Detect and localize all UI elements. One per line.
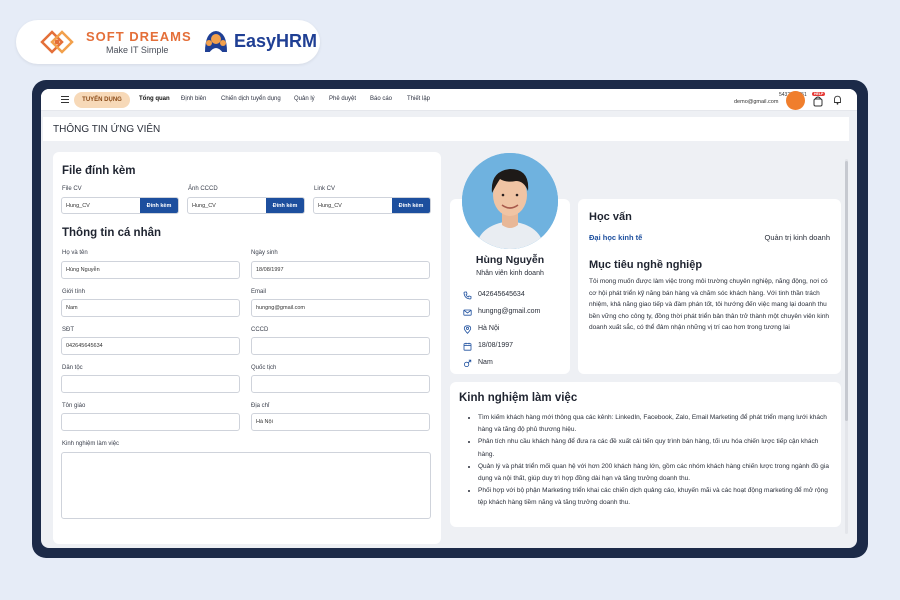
education-title: Học vấn: [589, 211, 632, 223]
nav-item-management[interactable]: Quản lý: [294, 96, 315, 102]
id-card-image-label: Ảnh CCCD: [188, 186, 218, 192]
experience-item: Phối hợp với bộ phận Marketing triển kha…: [478, 485, 832, 509]
profile-photo: [462, 153, 558, 249]
nav-item-overview[interactable]: Tổng quan: [139, 96, 170, 102]
profile-email: hungng@gmail.com: [478, 308, 541, 315]
career-objective-text: Tôi mong muốn được làm việc trong môi tr…: [589, 278, 830, 332]
file-cv-label: File CV: [62, 186, 82, 192]
softdreams-tagline: Make IT Simple: [106, 45, 169, 55]
education-card: Học vấn Đại học kinh tế Quản trị kinh do…: [578, 199, 841, 374]
profile-phone: 042645645634: [478, 291, 525, 298]
user-avatar[interactable]: [786, 91, 805, 110]
dob-label: Ngày sinh: [251, 250, 278, 256]
person-avatar-icon: [462, 153, 558, 249]
experience-title: Kinh nghiệm làm việc: [459, 392, 578, 404]
ethnic-input[interactable]: [61, 375, 240, 393]
file-cv-value: Hung_CV: [66, 203, 90, 209]
easyhrm-name: EasyHRM: [234, 31, 318, 51]
location-pin-icon: [463, 325, 472, 334]
profile-name: Hùng Nguyễn: [475, 254, 545, 266]
calendar-icon: [463, 342, 472, 351]
bell-icon[interactable]: [833, 95, 842, 105]
nav-item-reports[interactable]: Báo cáo: [370, 96, 392, 102]
id-card-attach-button[interactable]: Đính kèm: [266, 198, 304, 213]
link-cv-label: Link CV: [314, 186, 336, 192]
profile-gender: Nam: [478, 359, 493, 366]
nav-recruitment-pill[interactable]: TUYỂN DỤNG: [74, 92, 130, 108]
full-name-input[interactable]: Hùng Nguyễn: [61, 261, 240, 279]
link-cv-field[interactable]: Hung_CV Đính kèm: [313, 197, 431, 214]
file-cv-field[interactable]: Hung_CV Đính kèm: [61, 197, 179, 214]
softdreams-logo-icon: [40, 30, 74, 54]
gender-icon: [463, 359, 472, 368]
full-name-label: Họ và tên: [62, 250, 88, 256]
nav-item-approval[interactable]: Phê duyệt: [329, 96, 356, 102]
cccd-label: CCCD: [251, 327, 269, 333]
nationality-label: Quốc tịch: [251, 365, 277, 371]
religion-input[interactable]: [61, 413, 240, 431]
easyhrm-logo-icon: [205, 31, 227, 53]
nationality-input[interactable]: [251, 375, 430, 393]
link-cv-value: Hung_CV: [318, 203, 342, 209]
university-name[interactable]: Đại học kinh tế: [589, 233, 642, 242]
major-name: Quản trị kinh doanh: [764, 233, 830, 242]
nav-item-campaigns[interactable]: Chiến dịch tuyển dụng: [221, 96, 281, 102]
experience-card: Kinh nghiệm làm việc Tìm kiếm khách hàng…: [450, 382, 841, 527]
help-badge: HELP: [812, 92, 826, 96]
candidate-form-card: File đính kèm File CV Hung_CV Đính kèm Ả…: [53, 152, 441, 544]
page-title: THÔNG TIN ỨNG VIÊN: [53, 124, 161, 135]
religion-label: Tôn giáo: [62, 403, 86, 409]
scrollbar-thumb[interactable]: [845, 161, 848, 421]
phone-input[interactable]: 042645645634: [61, 337, 240, 355]
address-input[interactable]: Hà Nội: [251, 413, 430, 431]
experience-label: Kinh nghiệm làm việc: [62, 441, 120, 447]
personal-info-title: Thông tin cá nhân: [62, 227, 162, 239]
app-screen: TUYỂN DỤNG Tổng quan Định biên Chiến dịc…: [41, 89, 857, 548]
email-label: Email: [251, 289, 267, 295]
experience-item: Quản lý và phát triển mối quan hệ với hơ…: [478, 461, 832, 485]
ethnic-label: Dân tộc: [62, 365, 83, 371]
attachments-title: File đính kèm: [62, 165, 136, 177]
gender-input[interactable]: Nam: [61, 299, 240, 317]
mail-icon: [463, 309, 472, 316]
profile-dob: 18/08/1997: [478, 342, 514, 349]
nav-item-staffing[interactable]: Định biên: [181, 96, 206, 102]
experience-item: Tìm kiếm khách hàng mới thông qua các kê…: [478, 412, 832, 436]
page-title-bar: THÔNG TIN ỨNG VIÊN: [43, 117, 849, 141]
phone-label: SĐT: [62, 327, 74, 333]
career-objective-title: Mục tiêu nghề nghiệp: [589, 259, 703, 271]
experience-list: Tìm kiếm khách hàng mới thông qua các kê…: [470, 412, 832, 510]
id-card-image-value: Hung_CV: [192, 203, 216, 209]
file-cv-attach-button[interactable]: Đính kèm: [140, 198, 178, 213]
id-card-image-field[interactable]: Hung_CV Đính kèm: [187, 197, 305, 214]
experience-item: Phân tích nhu cầu khách hàng để đưa ra c…: [478, 436, 832, 460]
branding-banner: SOFT DREAMS Make IT Simple EasyHRM: [16, 20, 320, 64]
gender-label: Giới tính: [62, 289, 85, 295]
link-cv-attach-button[interactable]: Đính kèm: [392, 198, 430, 213]
account-email: demo@gmail.com: [734, 99, 779, 105]
address-label: Địa chỉ: [251, 403, 270, 409]
profile-role: Nhân viên kinh doanh: [476, 270, 544, 277]
phone-icon: [463, 291, 472, 300]
dob-input[interactable]: 18/08/1997: [251, 261, 430, 279]
experience-textarea[interactable]: [61, 452, 431, 519]
nav-item-settings[interactable]: Thiết lập: [407, 96, 430, 102]
hamburger-menu-icon[interactable]: [61, 96, 69, 105]
top-nav: TUYỂN DỤNG Tổng quan Định biên Chiến dịc…: [41, 89, 857, 111]
softdreams-name: SOFT DREAMS: [86, 29, 192, 44]
cccd-input[interactable]: [251, 337, 430, 355]
email-input[interactable]: hungng@gmail.com: [251, 299, 430, 317]
profile-location: Hà Nội: [478, 325, 500, 332]
